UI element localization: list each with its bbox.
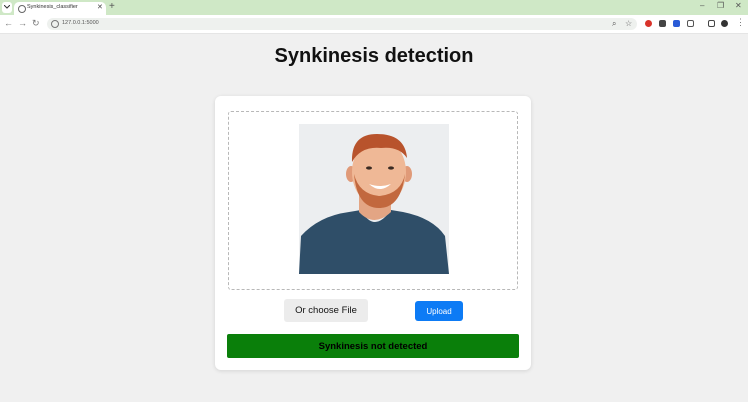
upload-card: Or choose File Upload Synkinesis not det… — [215, 96, 531, 370]
reload-icon[interactable]: ↻ — [32, 18, 40, 29]
uploaded-face-photo — [299, 124, 449, 274]
browser-toolbar: ← → ↻ 127.0.0.1:5000 ⌕ ☆ ⋮ — [0, 15, 748, 34]
extension-dark-icon[interactable] — [659, 20, 666, 27]
url-text[interactable]: 127.0.0.1:5000 — [62, 20, 99, 26]
tab-title: Synkinesis_classifier — [27, 4, 78, 10]
browser-tab[interactable]: Synkinesis_classifier ✕ — [14, 2, 106, 15]
address-bar[interactable]: 127.0.0.1:5000 ⌕ ☆ — [47, 18, 637, 30]
upload-button[interactable]: Upload — [415, 301, 463, 321]
tab-close-icon[interactable]: ✕ — [97, 3, 103, 11]
extension-red-icon[interactable] — [645, 20, 652, 27]
window-close-icon[interactable]: ✕ — [735, 1, 742, 10]
result-banner: Synkinesis not detected — [227, 334, 519, 358]
zoom-icon[interactable]: ⌕ — [612, 19, 616, 29]
minimize-icon[interactable]: – — [700, 1, 704, 10]
bookmark-star-icon[interactable]: ☆ — [625, 19, 632, 28]
back-icon[interactable]: ← — [4, 18, 13, 28]
profile-avatar-icon[interactable] — [721, 20, 728, 27]
choose-file-button[interactable]: Or choose File — [284, 299, 368, 322]
extension-blue-icon[interactable] — [673, 20, 680, 27]
site-info-icon[interactable] — [51, 20, 59, 28]
forward-icon[interactable]: → — [18, 18, 27, 28]
globe-icon — [18, 5, 26, 13]
browser-menu-icon[interactable]: ⋮ — [736, 17, 745, 28]
drop-zone[interactable] — [228, 111, 518, 290]
page-title: Synkinesis detection — [274, 45, 474, 67]
new-tab-button[interactable]: + — [109, 1, 115, 12]
tab-search-button[interactable] — [2, 2, 12, 13]
chevron-down-icon — [4, 5, 10, 9]
side-panel-icon[interactable] — [708, 20, 715, 27]
browser-tab-strip: Synkinesis_classifier ✕ + – ❐ ✕ — [0, 0, 748, 15]
extensions-puzzle-icon[interactable] — [687, 20, 694, 27]
restore-icon[interactable]: ❐ — [717, 1, 724, 10]
